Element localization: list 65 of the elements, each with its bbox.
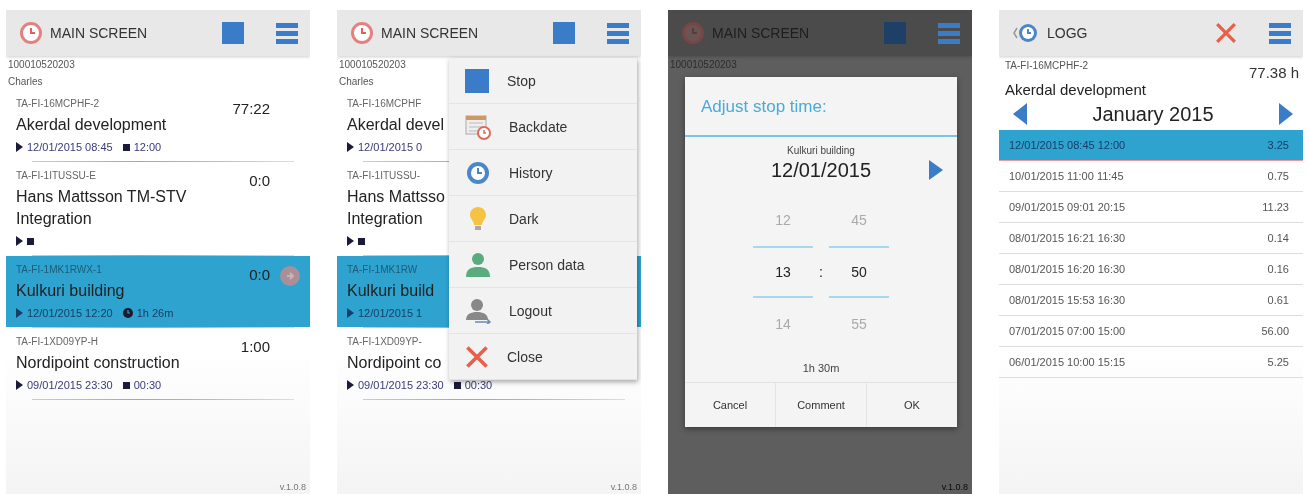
task-code: TA-FI-16MCPHF: [347, 97, 423, 111]
user-name: Charles: [7, 75, 43, 89]
version-label: v.1.0.8: [940, 482, 969, 494]
task-total: 1:00: [240, 338, 270, 355]
start-time: 09/01/2015 23:30: [27, 379, 113, 391]
log-entry-hours: 11.23: [1262, 201, 1289, 213]
dialog-title: Adjust stop time:: [685, 77, 957, 137]
month-label: January 2015: [1092, 102, 1214, 126]
task-code: TA-FI-1XD09YP-H: [16, 335, 100, 349]
task-code: TA-FI-1MK1RW: [347, 263, 419, 277]
task-code: TA-FI-1ITUSSU-: [347, 169, 422, 183]
stop-time: 00:30: [464, 379, 493, 391]
log-entry-times: 07/01/2015 07:00 15:00: [1009, 325, 1126, 337]
version-label: v.1.0.8: [609, 482, 638, 494]
stop-time: 12:00: [133, 141, 162, 153]
task-name: Kulkuri building: [16, 281, 126, 301]
start-time: 12/01/2015 0: [358, 141, 423, 153]
log-entry-times: 09/01/2015 09:01 20:15: [1009, 201, 1126, 213]
task-code: TA-FI-16MCPHF-2: [16, 97, 101, 111]
stop-time: 00:30: [133, 379, 162, 391]
user-name: Charles: [338, 75, 374, 89]
task-name: Nordipoint co: [347, 353, 443, 373]
screen-title: MAIN SCREEN: [50, 25, 149, 41]
task-name: Hans Mattsson TM-STV Integration: [16, 187, 188, 229]
version-label: v.1.0.8: [278, 482, 307, 494]
task-code: TA-FI-1MK1RWX-1: [16, 263, 103, 277]
task-name: Kulkuri building: [786, 144, 856, 156]
log-entry-hours: 5.25: [1267, 356, 1289, 368]
task-name: Hans Mattsso Integration: [347, 187, 446, 229]
task-total: 77:22: [232, 100, 270, 117]
screen-title: LOGG: [1047, 25, 1089, 41]
elapsed-time: 1h 26m: [136, 307, 174, 319]
task-name: Kulkuri build: [347, 281, 436, 301]
log-entry-hours: 56.00: [1261, 325, 1289, 337]
task-name: Nordipoint construction: [16, 353, 181, 373]
task-code: TA-FI-1ITUSSU-E: [16, 169, 97, 183]
log-entry-times: 10/01/2015 11:00 11:45: [1009, 170, 1124, 182]
start-time: 09/01/2015 23:30: [358, 379, 444, 391]
duration-label: 1h 30m: [685, 354, 957, 383]
log-entry-times: 08/01/2015 16:21 16:30: [1009, 232, 1126, 244]
log-entry-times: 08/01/2015 15:53 16:30: [1009, 294, 1126, 306]
log-entry-times: 06/01/2015 10:00 15:15: [1009, 356, 1126, 368]
start-time: 12/01/2015 12:20: [27, 307, 113, 319]
task-name: Akerdal development: [16, 115, 168, 135]
start-time: 12/01/2015 1: [358, 307, 423, 319]
log-entry-times: 12/01/2015 08:45 12:00: [1009, 139, 1126, 151]
task-total: 0:0: [249, 266, 270, 283]
log-entry-hours: 0.14: [1267, 232, 1289, 244]
task-name: Akerdal devel: [347, 115, 445, 135]
task-code: TA-FI-16MCPHF-2: [1005, 60, 1089, 73]
log-entry-hours: 3.25: [1267, 139, 1289, 151]
screen-title: MAIN SCREEN: [381, 25, 480, 41]
task-total: 0:0: [249, 172, 270, 189]
start-time: 12/01/2015 08:45: [27, 141, 113, 153]
log-entry-hours: 0.75: [1267, 170, 1289, 182]
date-label: 12/01/2015: [770, 158, 872, 182]
account-number: 100010520203: [338, 58, 406, 72]
time-separator: :: [819, 263, 823, 282]
task-name: Akerdal development: [1004, 81, 1147, 98]
log-entry-hours: 0.61: [1267, 294, 1289, 306]
account-number: 100010520203: [7, 58, 75, 72]
log-entry-hours: 0.16: [1267, 263, 1289, 275]
task-code: TA-FI-1XD09YP-: [347, 335, 423, 349]
log-entry-times: 08/01/2015 16:20 16:30: [1009, 263, 1126, 275]
total-hours: 77.38 h: [1248, 63, 1299, 81]
